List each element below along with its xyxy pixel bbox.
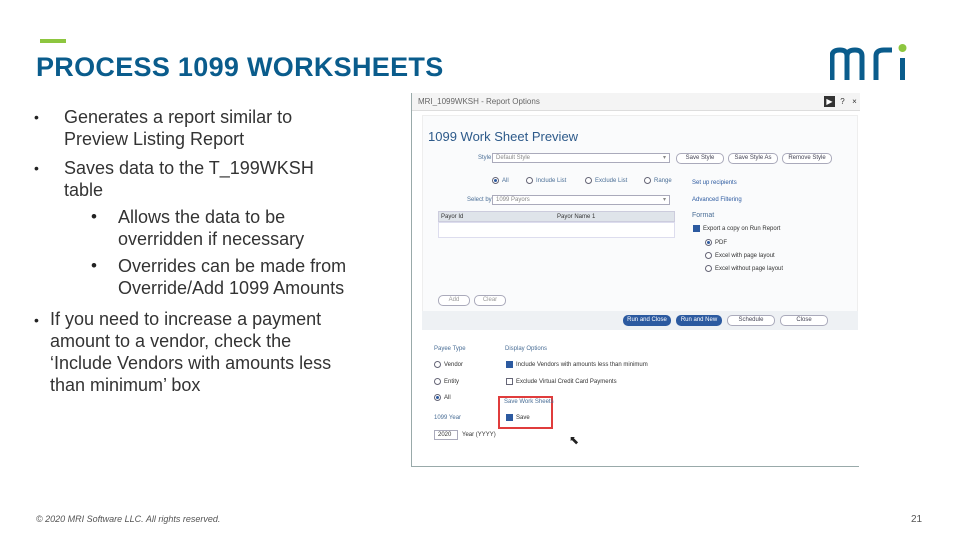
exclude-list-radio[interactable]: [585, 177, 592, 184]
bullet-item: Generates a report similar to Preview Li…: [64, 106, 292, 150]
radio-label: Vendor: [444, 362, 464, 368]
clear-button[interactable]: Clear: [474, 295, 506, 306]
bullet-text: Saves data to the T_199WKSH: [64, 158, 314, 178]
schedule-button[interactable]: Schedule: [727, 315, 775, 326]
report-heading: 1099 Work Sheet Preview: [428, 129, 579, 144]
bullet-text: Override/Add 1099 Amounts: [118, 278, 345, 298]
set-up-recipients-link[interactable]: Set up recipients: [692, 180, 737, 186]
sub-bullet-dot: •: [91, 207, 97, 226]
slide-title: PROCESS 1099 WORKSHEETS: [36, 52, 444, 82]
bullet-text: If you need to increase a payment: [50, 309, 322, 329]
bullet-text: overridden if necessary: [118, 229, 305, 249]
payee-entity-radio[interactable]: [434, 378, 441, 385]
sub-bullet-item: Allows the data to be overridden if nece…: [118, 206, 304, 250]
payor-grid-header: Payor Id Payor Name 1: [438, 211, 675, 222]
bullet-item: If you need to increase a payment amount…: [50, 308, 331, 396]
radio-label: Include List: [536, 178, 567, 184]
run-and-new-button[interactable]: Run and New: [676, 315, 722, 326]
filter-all-radio[interactable]: [492, 177, 499, 184]
payee-all-radio[interactable]: [434, 394, 441, 401]
bullet-text: Overrides can be made from: [118, 256, 347, 276]
save-worksheets-label: Save Work Sheets: [504, 399, 554, 405]
style-label: Style: [478, 155, 492, 161]
radio-label: Entity: [444, 379, 460, 385]
include-list-radio[interactable]: [526, 177, 533, 184]
bullet-text: Preview Listing Report: [64, 129, 245, 149]
grid-column-header: Payor Name 1: [557, 214, 596, 220]
year-input[interactable]: 2020: [434, 430, 458, 440]
add-button[interactable]: Add: [438, 295, 470, 306]
radio-label: Excel without page layout: [715, 266, 784, 272]
payor-grid[interactable]: [438, 222, 675, 238]
excel-page-radio[interactable]: [705, 252, 712, 259]
include-vendors-checkbox[interactable]: [506, 361, 513, 368]
format-label: Format: [692, 212, 715, 219]
bullet-dot: •: [34, 312, 39, 328]
bullet-dot: •: [34, 109, 39, 125]
advanced-filtering-link[interactable]: Advanced Filtering: [692, 197, 742, 203]
radio-label: Excel with page layout: [715, 253, 775, 259]
select-by-value: 1099 Payors: [496, 197, 530, 203]
bullet-item: Saves data to the T_199WKSH table: [64, 157, 314, 201]
bullet-text: than minimum’ box: [50, 375, 201, 395]
chevron-down-icon: ▾: [662, 155, 666, 161]
checkbox-label: Export a copy on Run Report: [703, 226, 781, 232]
save-worksheets-checkbox[interactable]: [506, 414, 513, 421]
excel-no-page-radio[interactable]: [705, 265, 712, 272]
radio-label: All: [444, 395, 451, 401]
bullet-text: Generates a report similar to: [64, 107, 293, 127]
checkbox-label: Exclude Virtual Credit Card Payments: [516, 379, 617, 385]
style-select[interactable]: Default Style ▾: [492, 153, 670, 163]
style-select-value: Default Style: [496, 155, 531, 161]
mouse-cursor-icon: ⬉: [569, 433, 580, 447]
lower-options-panel: [422, 333, 860, 463]
select-by-select[interactable]: 1099 Payors ▾: [492, 195, 670, 205]
close-icon[interactable]: ×: [849, 96, 860, 107]
radio-label: All: [502, 178, 509, 184]
mri-logo: [830, 44, 907, 80]
year-label: 1099 Year: [434, 415, 462, 421]
display-options-label: Display Options: [505, 346, 548, 352]
radio-label: PDF: [715, 240, 727, 246]
payee-vendor-radio[interactable]: [434, 361, 441, 368]
sub-bullet-item: Overrides can be made from Override/Add …: [118, 255, 346, 299]
chevron-down-icon: ▾: [662, 197, 666, 203]
bullet-dot: •: [34, 160, 39, 176]
save-style-as-button[interactable]: Save Style As: [728, 153, 778, 164]
page-number: 21: [911, 514, 923, 525]
window-title: MRI_1099WKSH - Report Options: [418, 97, 540, 106]
window-titlebar: MRI_1099WKSH - Report Options ▶ ? ×: [412, 93, 860, 111]
report-options-screenshot: MRI_1099WKSH - Report Options ▶ ? × 1099…: [411, 93, 860, 467]
close-button[interactable]: Close: [780, 315, 828, 326]
checkbox-label: Include Vendors with amounts less than m…: [516, 362, 648, 368]
checkbox-label: Save: [516, 415, 530, 421]
exclude-virtual-checkbox[interactable]: [506, 378, 513, 385]
footer-copyright: © 2020 MRI Software LLC. All rights rese…: [36, 514, 221, 524]
save-style-button[interactable]: Save Style: [676, 153, 724, 164]
help-icon[interactable]: ?: [837, 96, 848, 107]
bullet-text: amount to a vendor, check the: [50, 331, 292, 351]
title-accent-bar: [40, 39, 66, 43]
export-copy-checkbox[interactable]: [693, 225, 700, 232]
bullet-text: Allows the data to be: [118, 207, 286, 227]
radio-label: Exclude List: [595, 178, 628, 184]
bullet-text: ‘Include Vendors with amounts less: [50, 353, 332, 373]
sub-bullet-dot: •: [91, 256, 97, 275]
run-and-close-button[interactable]: Run and Close: [623, 315, 671, 326]
pdf-radio[interactable]: [705, 239, 712, 246]
range-radio[interactable]: [644, 177, 651, 184]
payee-type-label: Payee Type: [434, 346, 466, 352]
bullet-text: table: [64, 180, 104, 200]
select-by-label: Select by: [467, 197, 492, 203]
print-icon[interactable]: ▶: [824, 96, 835, 107]
radio-label: Range: [654, 178, 672, 184]
remove-style-button[interactable]: Remove Style: [782, 153, 832, 164]
grid-column-header: Payor Id: [441, 214, 464, 220]
year-format-label: Year (YYYY): [462, 432, 496, 438]
